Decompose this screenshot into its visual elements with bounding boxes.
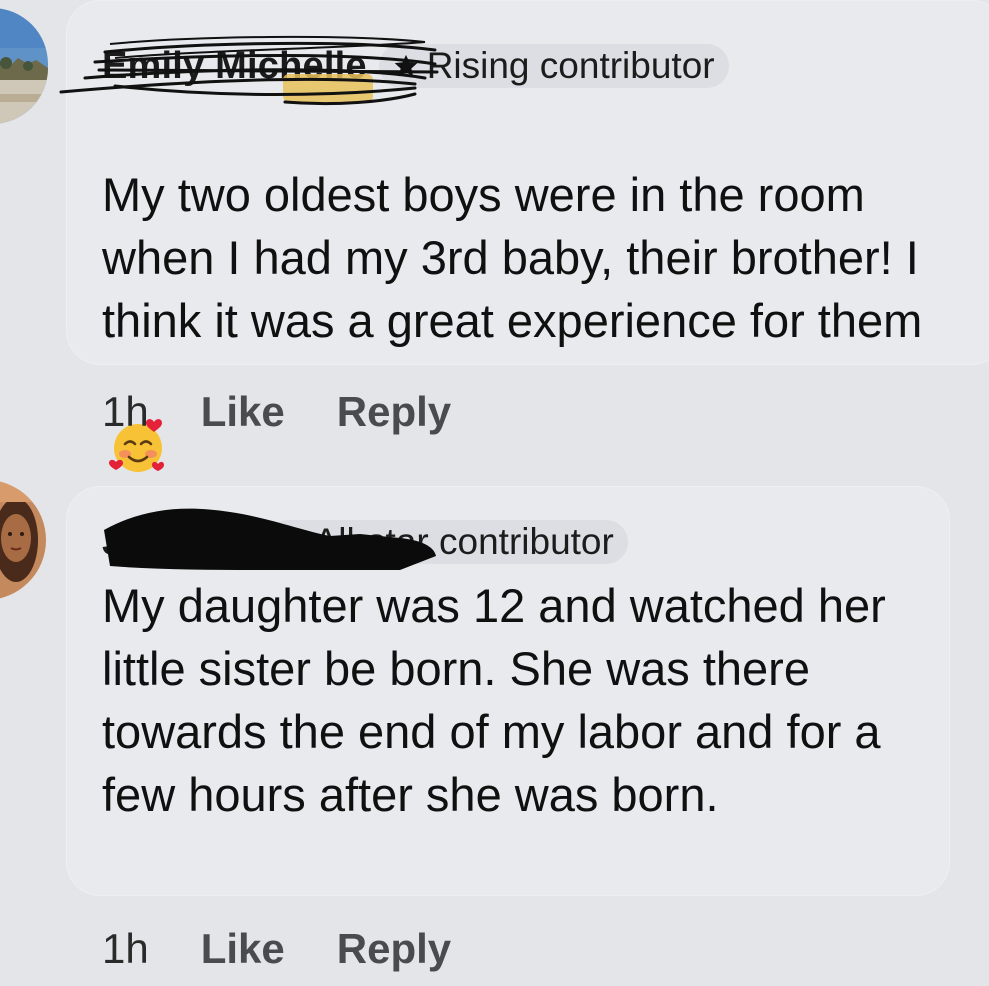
timestamp: 1h xyxy=(102,925,149,972)
comment-actions: 1h Like Reply xyxy=(102,388,503,436)
comment-actions: 1h Like Reply xyxy=(102,925,503,973)
like-button[interactable]: Like xyxy=(201,925,285,973)
author-name[interactable]: Emily Michelle xyxy=(102,45,367,88)
comment-2: J e Jean All-star contributor My daughte… xyxy=(0,470,989,986)
star-icon xyxy=(391,51,421,81)
contributor-badge: Rising contributor xyxy=(378,44,729,88)
comment-body: My two oldest boys were in the room when… xyxy=(102,168,923,347)
like-button[interactable]: Like xyxy=(201,388,285,436)
avatar[interactable] xyxy=(0,480,46,600)
trophy-icon xyxy=(278,527,308,557)
reply-button[interactable]: Reply xyxy=(337,925,451,973)
contributor-badge: All-star contributor xyxy=(265,520,628,564)
author-row: Emily Michelle Rising contributor xyxy=(102,44,729,88)
badge-label: All-star contributor xyxy=(313,521,614,562)
comment-text: My two oldest boys were in the room when… xyxy=(102,100,987,472)
avatar[interactable] xyxy=(0,8,48,124)
timestamp: 1h xyxy=(102,388,149,435)
reply-button[interactable]: Reply xyxy=(337,388,451,436)
author-name[interactable]: J e Jean xyxy=(102,521,254,564)
badge-label: Rising contributor xyxy=(426,45,715,86)
comment-1: Emily Michelle Rising contributor My two… xyxy=(0,0,989,472)
comment-text: My daughter was 12 and watched her littl… xyxy=(102,579,886,821)
author-row: J e Jean All-star contributor xyxy=(102,520,628,564)
